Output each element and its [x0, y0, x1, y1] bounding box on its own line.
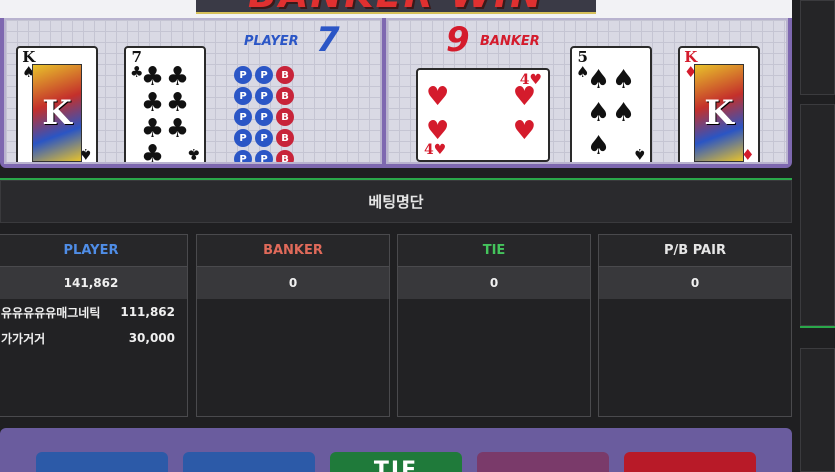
column-total: 0 — [599, 267, 791, 299]
player-card-1: K♠ K K♠ — [16, 46, 98, 162]
pip-icon: ♠ — [586, 130, 611, 161]
pip-icon: ♣ — [165, 62, 190, 92]
pip-icon: ♣ — [165, 88, 190, 118]
bead-p: P — [234, 129, 252, 147]
bet-amount: 111,862 — [120, 305, 175, 319]
betting-list-title: 베팅명단 — [368, 193, 424, 211]
result-banner-text: BANKER WIN — [196, 0, 596, 18]
bead-p: P — [234, 150, 252, 162]
column-total: 0 — [398, 267, 590, 299]
pip-icon: ♠ — [586, 97, 611, 128]
player-score: 7 — [316, 20, 340, 60]
bet-button-banker[interactable] — [624, 452, 756, 472]
bet-button-banker-pair[interactable] — [477, 452, 609, 472]
pip-icon: ♠ — [611, 65, 636, 96]
heart-icon: ♥ — [512, 82, 536, 112]
banker-panel: 9 BANKER 4♥ 4♥ ♥ ♥ ♥ ♥ 5♠ ♠♠♠♠♠ 5♠ K♦ K … — [386, 18, 788, 164]
game-board: BANKER WIN PPBPPBPPBPPBPPB K♠ K K♠ 7♣ ♣♣… — [0, 0, 792, 168]
side-panel — [800, 0, 835, 95]
king-face-icon: K — [694, 64, 744, 162]
pip-icon: ♣ — [165, 114, 190, 144]
bet-row: 유유유유유매그네틱 111,862 — [0, 299, 187, 325]
club-pips-icon: ♣ ♣ ♣ ♣ ♣ ♣ ♣ — [140, 64, 190, 162]
bead-b: B — [276, 150, 294, 162]
bet-column-banker: BANKER 0 — [196, 234, 390, 417]
bet-button-player-pair[interactable] — [183, 452, 315, 472]
bead-b: B — [276, 129, 294, 147]
pip-icon: ♣ — [140, 140, 165, 164]
bead-p: P — [255, 129, 273, 147]
bead-p: P — [255, 87, 273, 105]
divider — [800, 326, 835, 328]
pip-icon: ♣ — [140, 114, 165, 144]
side-panel — [800, 348, 835, 472]
player-panel: PPBPPBPPBPPBPPB K♠ K K♠ 7♣ ♣♣♣♣♣♣♣ 7♣ PL… — [4, 18, 382, 164]
pip-icon: ♠ — [611, 97, 636, 128]
player-card-2: 7♣ ♣♣♣♣♣♣♣ 7♣ — [124, 46, 206, 162]
bead-p: P — [234, 66, 252, 84]
bet-column-pair: P/B PAIR 0 — [598, 234, 792, 417]
bead-p: P — [255, 108, 273, 126]
player-label: PLAYER — [244, 34, 299, 49]
bead-p: P — [234, 87, 252, 105]
pip-icon: ♣ — [140, 88, 165, 118]
column-title: PLAYER — [0, 235, 187, 267]
column-title: TIE — [398, 235, 590, 267]
bet-column-tie: TIE 0 — [397, 234, 591, 417]
heart-icon: ♥ — [512, 116, 536, 146]
bet-button-player[interactable] — [36, 452, 168, 472]
bead-p: P — [255, 150, 273, 162]
bet-user: 유유유유유매그네틱 — [1, 305, 101, 320]
bet-column-player: PLAYER 141,862 유유유유유매그네틱 111,862 가가거거 30… — [0, 234, 188, 417]
banker-label: BANKER — [480, 34, 540, 49]
bead-b: B — [276, 66, 294, 84]
bet-row: 가가거거 30,000 — [0, 325, 187, 351]
column-title: BANKER — [197, 235, 389, 267]
column-total: 0 — [197, 267, 389, 299]
bead-p: P — [255, 66, 273, 84]
column-total: 141,862 — [0, 267, 187, 299]
pip-icon: ♣ — [140, 62, 165, 92]
pip-icon: ♠ — [586, 65, 611, 96]
bead-b: B — [276, 87, 294, 105]
bet-user: 가가거거 — [1, 331, 46, 346]
banker-card-1: 5♠ ♠♠♠♠♠ 5♠ — [570, 46, 652, 162]
bet-button-tie[interactable]: TIE — [330, 452, 462, 472]
betting-list-header: 베팅명단 — [0, 180, 792, 223]
heart-icon: ♥ — [426, 116, 450, 146]
player-card-3: 4♥ 4♥ ♥ ♥ ♥ ♥ — [416, 68, 550, 162]
bead-b: B — [276, 108, 294, 126]
heart-icon: ♥ — [426, 82, 450, 112]
side-panel — [800, 104, 835, 326]
king-face-icon: K — [32, 64, 82, 162]
banker-card-2: K♦ K K♦ — [678, 46, 760, 162]
bet-amount: 30,000 — [128, 331, 175, 345]
spade-pips-icon: ♠ ♠ ♠ ♠ ♠ — [586, 64, 636, 162]
baccarat-screen: BANKER WIN PPBPPBPPBPPBPPB K♠ K K♠ 7♣ ♣♣… — [0, 0, 835, 472]
column-title: P/B PAIR — [599, 235, 791, 267]
bead-p: P — [234, 108, 252, 126]
banker-score: 9 — [446, 20, 470, 60]
